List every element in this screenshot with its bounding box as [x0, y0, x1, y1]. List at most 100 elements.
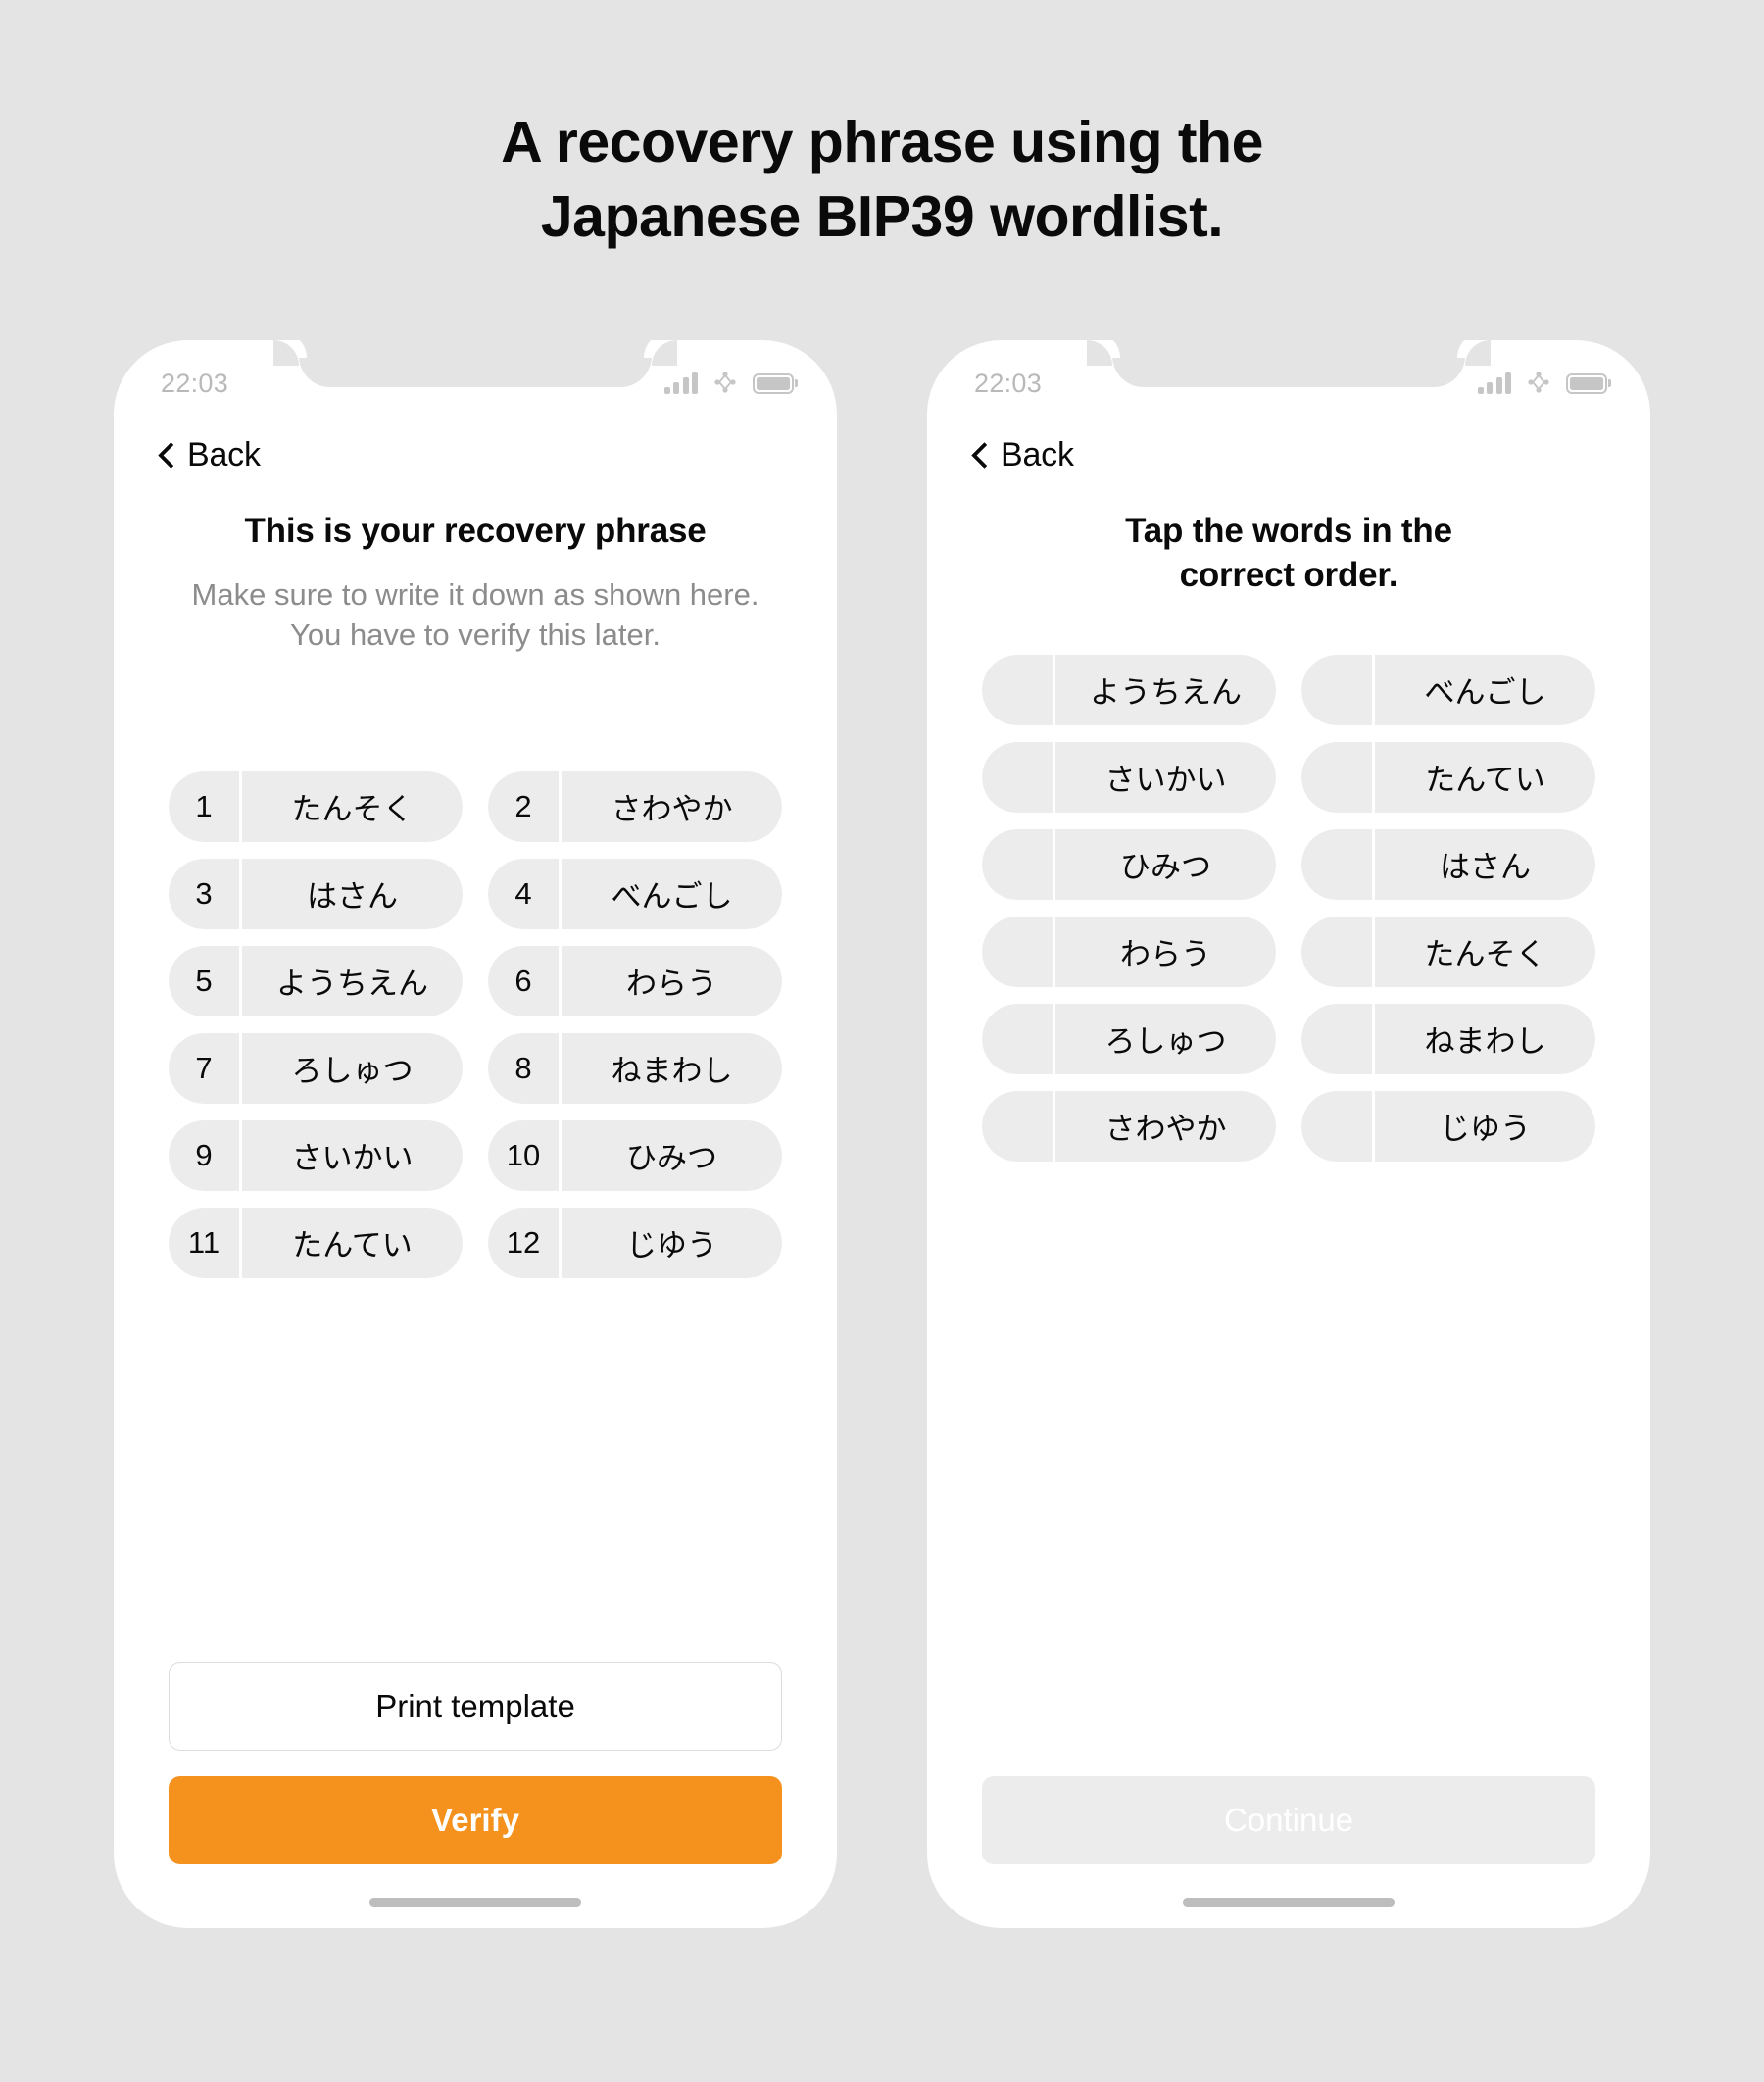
- home-indicator: [369, 1898, 581, 1908]
- word-chip-index: 10: [488, 1119, 559, 1191]
- battery-icon: [1566, 372, 1607, 394]
- word-chip-text: ひみつ: [1055, 828, 1276, 900]
- word-chip-text: はさん: [1375, 828, 1595, 900]
- word-chip[interactable]: 6 わらう: [488, 945, 782, 1016]
- status-icons: [663, 371, 794, 396]
- footer-left: Print template Verify: [114, 1662, 837, 1865]
- back-button-label: Back: [1001, 436, 1074, 474]
- word-chip-index: [982, 828, 1053, 900]
- phone-mockups-row: 22:03 Back This is your recovery phrase …: [0, 340, 1764, 1929]
- signal-bars-icon: [663, 372, 698, 395]
- word-chip[interactable]: 5 ようちえん: [169, 945, 463, 1016]
- word-chip-index: [1301, 916, 1372, 987]
- word-chip[interactable]: ようちえん: [982, 654, 1276, 725]
- word-chip[interactable]: 7 ろしゅつ: [169, 1032, 463, 1104]
- word-chip[interactable]: 8 ねまわし: [488, 1032, 782, 1104]
- continue-button[interactable]: Continue: [982, 1776, 1595, 1865]
- word-chip[interactable]: たんそく: [1301, 916, 1595, 987]
- word-chip[interactable]: さいかい: [982, 741, 1276, 813]
- word-chip[interactable]: じゆう: [1301, 1090, 1595, 1162]
- screen-subtitle-left: Make sure to write it down as shown here…: [191, 576, 760, 652]
- signal-bars-icon: [1477, 372, 1511, 395]
- word-chip[interactable]: さわやか: [982, 1090, 1276, 1162]
- word-chip-text: さわやか: [562, 770, 782, 842]
- word-chip-index: [1301, 1003, 1372, 1074]
- word-chip-text: じゆう: [562, 1207, 782, 1278]
- word-chip-text: ねまわし: [1375, 1003, 1595, 1074]
- word-chip-index: 9: [169, 1119, 239, 1191]
- word-chip[interactable]: 11 たんてい: [169, 1207, 463, 1278]
- word-chip-text: わらう: [562, 945, 782, 1016]
- word-chip-text: ようちえん: [1055, 654, 1276, 725]
- word-chip-text: たんそく: [242, 770, 463, 842]
- screen-title-right-line-2: correct order.: [1179, 555, 1398, 594]
- word-chip-text: じゆう: [1375, 1090, 1595, 1162]
- word-chip-text: はさん: [242, 858, 463, 929]
- word-chip-text: さいかい: [242, 1119, 463, 1191]
- word-chip-index: 3: [169, 858, 239, 929]
- chevron-left-icon: [159, 442, 174, 470]
- word-chip-index: [982, 1003, 1053, 1074]
- word-chip-index: 1: [169, 770, 239, 842]
- word-chip[interactable]: 12 じゆう: [488, 1207, 782, 1278]
- word-chip[interactable]: 10 ひみつ: [488, 1119, 782, 1191]
- word-selection-grid: ようちえん べんごしさいかい たんてい ひみつ はさんわらう たんそくろしゅつ ねまわしさわ…: [927, 654, 1650, 1162]
- word-chip-index: 2: [488, 770, 559, 842]
- word-chip[interactable]: たんてい: [1301, 741, 1595, 813]
- word-chip-text: ひみつ: [562, 1119, 782, 1191]
- word-chip[interactable]: ろしゅつ: [982, 1003, 1276, 1074]
- word-chip-text: ねまわし: [562, 1032, 782, 1104]
- word-chip-text: さいかい: [1055, 741, 1276, 813]
- screen-title-right-line-1: Tap the words in the: [1125, 512, 1452, 551]
- footer-right: Continue: [927, 1776, 1650, 1865]
- word-chip[interactable]: わらう: [982, 916, 1276, 987]
- verify-button[interactable]: Verify: [169, 1776, 782, 1865]
- word-chip-index: [1301, 828, 1372, 900]
- phone-recovery-phrase: 22:03 Back This is your recovery phrase …: [114, 340, 837, 1929]
- word-chip-text: ろしゅつ: [242, 1032, 463, 1104]
- word-chip[interactable]: 4 べんごし: [488, 858, 782, 929]
- page-title: A recovery phrase using the Japanese BIP…: [0, 0, 1764, 254]
- word-chip[interactable]: ねまわし: [1301, 1003, 1595, 1074]
- page-title-line-1: A recovery phrase using the: [501, 110, 1263, 174]
- recovery-phrase-grid: 1 たんそく 2 さわやか 3 はさん 4 べんごし 5 ようちえん 6 わらう 7 ろしゅつ 8 ねまわし 9…: [114, 770, 837, 1278]
- back-button-label: Back: [187, 436, 261, 474]
- word-chip[interactable]: 3 はさん: [169, 858, 463, 929]
- screen-title-left: This is your recovery phrase: [244, 512, 707, 551]
- word-chip-text: たんそく: [1375, 916, 1595, 987]
- word-chip-text: わらう: [1055, 916, 1276, 987]
- back-button-right[interactable]: Back: [927, 413, 1650, 474]
- word-chip-index: 11: [169, 1207, 239, 1278]
- phone-verify-order: 22:03 Back Tap the words in the correct …: [927, 340, 1650, 1929]
- word-chip-index: [982, 741, 1053, 813]
- word-chip[interactable]: 1 たんそく: [169, 770, 463, 842]
- word-chip[interactable]: べんごし: [1301, 654, 1595, 725]
- word-chip-index: 7: [169, 1032, 239, 1104]
- page-title-line-2: Japanese BIP39 wordlist.: [540, 183, 1224, 249]
- back-button-left[interactable]: Back: [114, 413, 837, 474]
- word-chip-text: ろしゅつ: [1055, 1003, 1276, 1074]
- word-chip-index: 5: [169, 945, 239, 1016]
- word-chip[interactable]: 9 さいかい: [169, 1119, 463, 1191]
- word-chip[interactable]: 2 さわやか: [488, 770, 782, 842]
- battery-icon: [753, 372, 794, 394]
- network-diamond-icon: [1528, 372, 1549, 393]
- word-chip-index: [1301, 654, 1372, 725]
- screen-title-right: Tap the words in the correct order.: [927, 510, 1650, 598]
- print-template-button[interactable]: Print template: [169, 1662, 782, 1752]
- home-indicator: [1183, 1898, 1395, 1908]
- word-chip[interactable]: ひみつ: [982, 828, 1276, 900]
- status-time: 22:03: [974, 368, 1043, 398]
- word-chip-index: 4: [488, 858, 559, 929]
- word-chip-index: 6: [488, 945, 559, 1016]
- chevron-left-icon: [972, 442, 988, 470]
- word-chip-index: 12: [488, 1207, 559, 1278]
- word-chip-text: べんごし: [1375, 654, 1595, 725]
- status-icons: [1477, 371, 1607, 396]
- status-bar: 22:03: [114, 340, 837, 413]
- word-chip-text: べんごし: [562, 858, 782, 929]
- network-diamond-icon: [714, 372, 736, 393]
- word-chip[interactable]: はさん: [1301, 828, 1595, 900]
- status-bar: 22:03: [927, 340, 1650, 413]
- word-chip-index: [982, 654, 1053, 725]
